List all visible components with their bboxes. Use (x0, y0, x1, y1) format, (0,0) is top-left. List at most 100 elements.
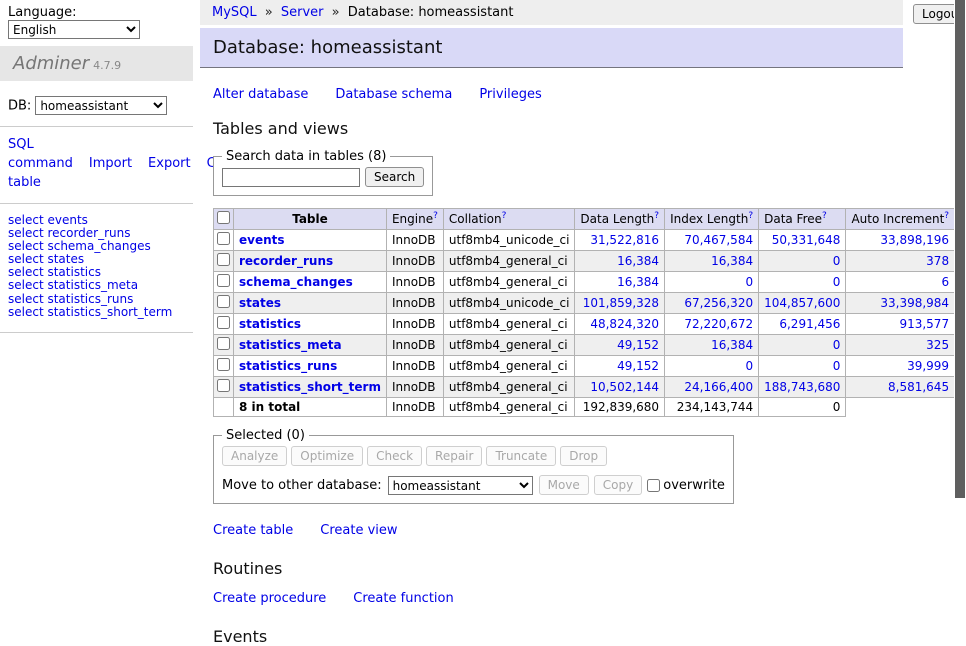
data-length-link[interactable]: 10,502,144 (580, 380, 659, 394)
sidebar-item-select-statistics-meta[interactable]: select statistics_meta (8, 279, 200, 292)
table-name-link[interactable]: statistics_meta (239, 338, 342, 352)
data-length-link[interactable]: 16,384 (580, 254, 659, 268)
data-length-link[interactable]: 16,384 (580, 275, 659, 289)
collation-cell: utf8mb4_unicode_ci (443, 230, 575, 251)
help-icon: ? (822, 211, 827, 221)
optimize-button[interactable]: Optimize (291, 446, 363, 466)
auto-increment-link[interactable]: 8,581,645 (851, 380, 949, 394)
row-checkbox[interactable] (217, 379, 230, 392)
move-button[interactable]: Move (539, 475, 589, 495)
help-icon: ? (502, 211, 507, 221)
auto-increment-link[interactable]: 33,898,196 (851, 233, 949, 247)
vertical-scrollbar[interactable] (954, 0, 966, 543)
data-free-link[interactable]: 6,291,456 (764, 317, 840, 331)
index-length-link[interactable]: 70,467,584 (670, 233, 753, 247)
tables-and-views-heading: Tables and views (213, 119, 905, 138)
repair-button[interactable]: Repair (426, 446, 482, 466)
check-all-checkbox[interactable] (217, 211, 230, 224)
search-input[interactable] (222, 168, 360, 187)
analyze-button[interactable]: Analyze (222, 446, 287, 466)
index-length-link[interactable]: 0 (670, 275, 753, 289)
index-length-link[interactable]: 72,220,672 (670, 317, 753, 331)
move-database-select[interactable]: homeassistant (388, 476, 533, 495)
sidebar-link-import[interactable]: Import (89, 156, 132, 171)
database-schema-link[interactable]: Database schema (335, 87, 452, 102)
privileges-link[interactable]: Privileges (479, 87, 542, 102)
drop-button[interactable]: Drop (560, 446, 607, 466)
sidebar-item-select-statistics-runs[interactable]: select statistics_runs (8, 293, 200, 306)
column-header-index-length: Index Length? (665, 209, 759, 230)
data-free-link[interactable]: 188,743,680 (764, 380, 840, 394)
events-heading: Events (213, 627, 905, 646)
engine-cell: InnoDB (386, 293, 443, 314)
collation-cell: utf8mb4_unicode_ci (443, 293, 575, 314)
index-length-link[interactable]: 67,256,320 (670, 296, 753, 310)
index-length-link[interactable]: 16,384 (670, 338, 753, 352)
breadcrumb: MySQL » Server » Database: homeassistant (200, 0, 903, 25)
data-length-link[interactable]: 49,152 (580, 338, 659, 352)
row-checkbox[interactable] (217, 295, 230, 308)
sidebar-link-export[interactable]: Export (148, 156, 191, 171)
table-name-link[interactable]: events (239, 233, 285, 247)
data-free-link[interactable]: 104,857,600 (764, 296, 840, 310)
create-function-link[interactable]: Create function (353, 591, 453, 606)
data-length-link[interactable]: 49,152 (580, 359, 659, 373)
sidebar-table-list: select events select recorder_runs selec… (8, 214, 200, 319)
db-select[interactable]: homeassistant (35, 96, 167, 115)
row-checkbox[interactable] (217, 274, 230, 287)
overwrite-checkbox[interactable] (647, 479, 660, 492)
table-header-row: Table Engine? Collation? Data Length? In… (214, 209, 966, 230)
truncate-button[interactable]: Truncate (486, 446, 556, 466)
data-free-link[interactable]: 0 (764, 359, 840, 373)
table-name-link[interactable]: recorder_runs (239, 254, 333, 268)
data-length-link[interactable]: 101,859,328 (580, 296, 659, 310)
table-name-link[interactable]: schema_changes (239, 275, 353, 289)
page-title: Database: homeassistant (200, 28, 903, 68)
app-title-bar: Adminer4.7.9 (0, 46, 193, 81)
copy-button[interactable]: Copy (594, 475, 642, 495)
index-length-link[interactable]: 24,166,400 (670, 380, 753, 394)
sidebar-item-select-statistics-short-term[interactable]: select statistics_short_term (8, 306, 200, 319)
total-data-length: 192,839,680 (575, 398, 665, 417)
table-name-link[interactable]: statistics (239, 317, 301, 331)
create-procedure-link[interactable]: Create procedure (213, 591, 326, 606)
row-checkbox[interactable] (217, 232, 230, 245)
table-name-link[interactable]: statistics_runs (239, 359, 337, 373)
data-free-link[interactable]: 0 (764, 254, 840, 268)
breadcrumb-link-server[interactable]: Server (281, 5, 324, 20)
scrollbar-thumb[interactable] (955, 0, 965, 498)
row-checkbox[interactable] (217, 253, 230, 266)
table-name-link[interactable]: statistics_short_term (239, 380, 381, 394)
auto-increment-link[interactable]: 378 (851, 254, 949, 268)
table-name-link[interactable]: states (239, 296, 281, 310)
index-length-link[interactable]: 16,384 (670, 254, 753, 268)
sidebar-link-sql-command[interactable]: SQL command (8, 137, 73, 171)
auto-increment-link[interactable]: 39,999 (851, 359, 949, 373)
engine-cell: InnoDB (386, 251, 443, 272)
check-button[interactable]: Check (367, 446, 422, 466)
auto-increment-link[interactable]: 325 (851, 338, 949, 352)
data-free-link[interactable]: 0 (764, 275, 840, 289)
data-free-link[interactable]: 0 (764, 338, 840, 352)
row-checkbox[interactable] (217, 358, 230, 371)
language-select[interactable]: English (8, 20, 140, 39)
row-checkbox[interactable] (217, 316, 230, 329)
data-length-link[interactable]: 31,522,816 (580, 233, 659, 247)
table-row-recorder-runs: recorder_runs InnoDB utf8mb4_general_ci … (214, 251, 966, 272)
adminer-logo-link[interactable]: Adminer (13, 53, 89, 74)
alter-database-link[interactable]: Alter database (213, 87, 308, 102)
auto-increment-link[interactable]: 33,398,984 (851, 296, 949, 310)
breadcrumb-link-mysql[interactable]: MySQL (212, 5, 257, 20)
auto-increment-link[interactable]: 913,577 (851, 317, 949, 331)
search-button[interactable]: Search (365, 167, 424, 187)
create-view-link[interactable]: Create view (320, 523, 397, 538)
auto-increment-link[interactable]: 6 (851, 275, 949, 289)
breadcrumb-current: Database: homeassistant (348, 5, 514, 20)
create-table-link[interactable]: Create table (213, 523, 293, 538)
table-row-statistics-runs: statistics_runs InnoDB utf8mb4_general_c… (214, 356, 966, 377)
index-length-link[interactable]: 0 (670, 359, 753, 373)
row-checkbox[interactable] (217, 337, 230, 350)
data-length-link[interactable]: 48,824,320 (580, 317, 659, 331)
data-free-link[interactable]: 50,331,648 (764, 233, 840, 247)
database-links: Alter database Database schema Privileges (213, 87, 905, 102)
